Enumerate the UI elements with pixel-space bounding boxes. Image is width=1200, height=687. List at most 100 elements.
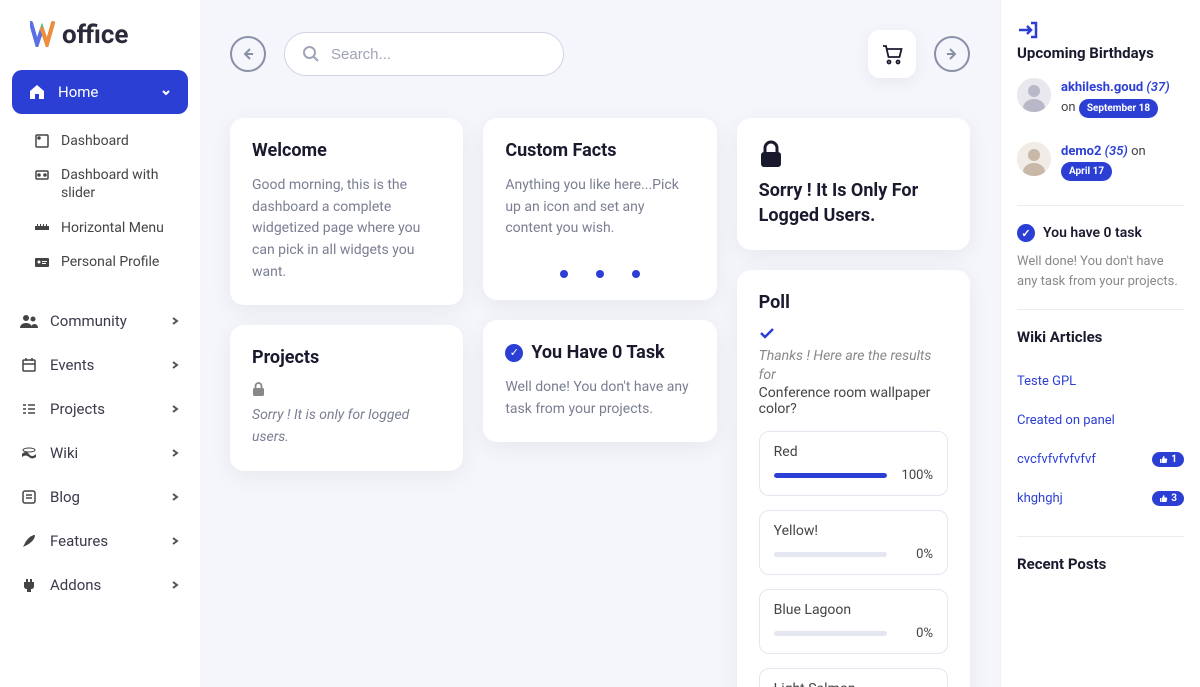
- poll-option: Red 100%: [759, 431, 948, 496]
- card-title: Poll: [759, 292, 948, 313]
- chevron-right-icon: [170, 404, 180, 414]
- nav-events[interactable]: Events: [0, 343, 200, 387]
- nav-community[interactable]: Community: [0, 299, 200, 343]
- recent-posts-title: Recent Posts: [1017, 555, 1184, 573]
- community-icon: [20, 312, 38, 330]
- logo-text: office: [62, 20, 128, 50]
- nav-projects[interactable]: Projects: [0, 387, 200, 431]
- wiki-link-label: Teste GPL: [1017, 374, 1076, 389]
- search-input[interactable]: [284, 32, 564, 76]
- wiki-link[interactable]: Created on panel: [1017, 401, 1184, 440]
- lock-icon: [759, 140, 948, 168]
- forward-button[interactable]: [934, 36, 970, 72]
- arrow-right-icon: [944, 46, 960, 62]
- poll-bar: [774, 552, 887, 557]
- divider: [1017, 309, 1184, 310]
- locked-card: Sorry ! It Is Only For Logged Users.: [737, 118, 970, 250]
- nav-sub-personal-profile[interactable]: Personal Profile: [0, 245, 200, 279]
- chevron-right-icon: [170, 448, 180, 458]
- locked-note: Sorry ! It is only for logged users.: [252, 405, 441, 448]
- chevron-right-icon: [170, 536, 180, 546]
- like-badge: 1: [1152, 452, 1184, 467]
- birthdays-title: Upcoming Birthdays: [1017, 44, 1184, 62]
- nav-label: Features: [50, 532, 108, 550]
- birthday-name[interactable]: akhilesh.goud: [1061, 80, 1143, 95]
- nav-wiki[interactable]: Wiki: [0, 431, 200, 475]
- nav-sub-label: Dashboard with slider: [61, 166, 180, 202]
- wiki-title: Wiki Articles: [1017, 328, 1184, 346]
- poll-pct: 100%: [897, 468, 933, 483]
- wiki-link-label: khghghj: [1017, 491, 1063, 506]
- nav-sub-horizontal-menu[interactable]: Horizontal Menu: [0, 211, 200, 245]
- birthday-date: April 17: [1061, 162, 1112, 181]
- cart-icon: [881, 43, 903, 65]
- widget-grid: Welcome Good morning, this is the dashbo…: [230, 118, 970, 687]
- rail-task-body: Well done! You don't have any task from …: [1017, 252, 1184, 291]
- feather-icon: [20, 532, 38, 550]
- poll-pct: 0%: [897, 547, 933, 562]
- poll-label: Blue Lagoon: [774, 602, 933, 618]
- dot[interactable]: [596, 270, 604, 278]
- cart-button[interactable]: [868, 30, 916, 78]
- divider: [1017, 536, 1184, 537]
- poll-option: Light Salmon: [759, 668, 948, 687]
- search-wrap: [284, 32, 564, 76]
- poll-label: Light Salmon: [774, 681, 933, 687]
- poll-question: Conference room wallpaper color?: [759, 385, 948, 417]
- nav-home[interactable]: Home: [12, 70, 188, 114]
- custom-facts-card: Custom Facts Anything you like here...Pi…: [483, 118, 716, 300]
- chevron-down-icon: [160, 86, 172, 98]
- wiki-link[interactable]: cvcfvfvfvfvfvf 1: [1017, 440, 1184, 479]
- nav-sub-dashboard-slider[interactable]: Dashboard with slider: [0, 158, 200, 210]
- birthday-item: akhilesh.goud (37) on September 18: [1017, 78, 1184, 118]
- avatar[interactable]: [1017, 142, 1051, 176]
- birthday-name[interactable]: demo2: [1061, 144, 1101, 159]
- check-icon: ✓: [505, 344, 523, 362]
- projects-icon: [20, 400, 38, 418]
- wiki-link-label: cvcfvfvfvfvfvf: [1017, 452, 1096, 467]
- wiki-link-label: Created on panel: [1017, 413, 1115, 428]
- slider-icon: [35, 168, 51, 182]
- search-icon: [302, 45, 320, 63]
- poll-label: Red: [774, 444, 933, 460]
- nav-features[interactable]: Features: [0, 519, 200, 563]
- poll-pct: 0%: [897, 626, 933, 641]
- nav-label: Community: [50, 312, 127, 330]
- poll-bar: [774, 631, 887, 636]
- chevron-right-icon: [170, 360, 180, 370]
- logo-mark: [30, 21, 62, 47]
- dashboard-icon: [35, 134, 51, 148]
- poll-thanks: Thanks ! Here are the results for: [759, 348, 932, 383]
- birthday-on: on: [1061, 100, 1076, 115]
- nav-label: Blog: [50, 488, 80, 506]
- nav-sub-dashboard[interactable]: Dashboard: [0, 124, 200, 158]
- topbar: [230, 30, 970, 78]
- wiki-link[interactable]: khghghj 3: [1017, 479, 1184, 518]
- blog-icon: [20, 488, 38, 506]
- dot[interactable]: [632, 270, 640, 278]
- check-icon: [759, 327, 948, 339]
- tasks-card: ✓ You Have 0 Task Well done! You don't h…: [483, 320, 716, 442]
- wiki-icon: [20, 444, 38, 462]
- dot[interactable]: [560, 270, 568, 278]
- login-icon[interactable]: [1017, 20, 1184, 40]
- nav-addons[interactable]: Addons: [0, 563, 200, 607]
- plug-icon: [20, 576, 38, 594]
- rail-task-title: You have 0 task: [1043, 225, 1142, 241]
- main: Welcome Good morning, this is the dashbo…: [200, 0, 1000, 687]
- nav-label: Events: [50, 356, 94, 374]
- wiki-link[interactable]: Teste GPL: [1017, 362, 1184, 401]
- birthday-age: (35): [1105, 144, 1128, 159]
- birthday-age: (37): [1146, 80, 1169, 95]
- card-title: Welcome: [252, 140, 441, 161]
- avatar[interactable]: [1017, 78, 1051, 112]
- back-button[interactable]: [230, 36, 266, 72]
- projects-card: Projects Sorry ! It is only for logged u…: [230, 325, 463, 470]
- card-title: Custom Facts: [505, 140, 694, 161]
- card-body: Anything you like here...Pick up an icon…: [505, 175, 694, 240]
- check-icon: ✓: [1017, 224, 1035, 242]
- sidebar: office Home Dashboard Dashboard with sli…: [0, 0, 200, 687]
- birthday-date: September 18: [1079, 99, 1158, 118]
- nav-blog[interactable]: Blog: [0, 475, 200, 519]
- divider: [1017, 205, 1184, 206]
